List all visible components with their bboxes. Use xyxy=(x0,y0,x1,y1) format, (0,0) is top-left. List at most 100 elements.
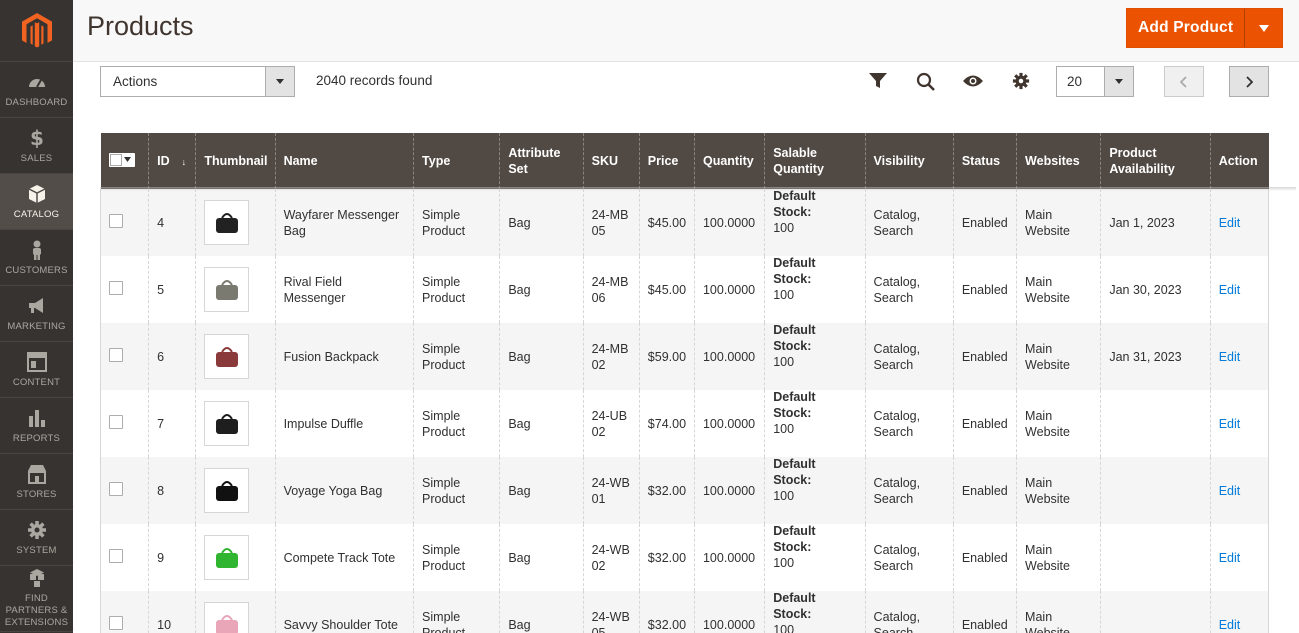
column-header-price[interactable]: Price xyxy=(638,133,695,189)
header-select-all[interactable] xyxy=(100,133,149,189)
column-header-salable-quantity[interactable]: Salable Quantity xyxy=(764,133,866,189)
sidebar-item-reports[interactable]: REPORTS xyxy=(0,398,73,454)
product-thumbnail[interactable] xyxy=(204,334,250,379)
product-thumbnail[interactable] xyxy=(204,602,250,633)
cell-name: Impulse Duffle xyxy=(274,390,414,457)
product-thumbnail[interactable] xyxy=(204,267,250,312)
column-header-quantity[interactable]: Quantity xyxy=(693,133,765,189)
cell-action[interactable]: Edit xyxy=(1209,323,1270,390)
cell-price: $32.00 xyxy=(638,457,695,524)
row-checkbox-cell[interactable] xyxy=(99,457,149,524)
product-thumbnail[interactable] xyxy=(204,535,250,580)
search-icon[interactable] xyxy=(913,70,937,92)
row-checkbox-cell[interactable] xyxy=(99,591,149,633)
cell-status: Enabled xyxy=(952,256,1017,323)
select-all-checkbox[interactable] xyxy=(108,152,135,167)
cell-thumbnail[interactable] xyxy=(195,256,276,323)
cell-attribute-set: Bag xyxy=(499,189,584,256)
row-checkbox[interactable] xyxy=(109,347,123,362)
cell-action[interactable]: Edit xyxy=(1209,457,1270,524)
cell-thumbnail[interactable] xyxy=(195,323,276,390)
mass-actions-select[interactable]: Actions xyxy=(100,66,295,97)
previous-page-button[interactable] xyxy=(1164,66,1204,97)
edit-link[interactable]: Edit xyxy=(1219,551,1241,565)
cell-sku: 24-WB02 xyxy=(582,524,640,591)
cell-action[interactable]: Edit xyxy=(1209,390,1270,457)
cell-action[interactable]: Edit xyxy=(1209,524,1270,591)
sidebar-item-sales[interactable]: $ SALES xyxy=(0,118,73,174)
column-header-id[interactable]: ID ↓ xyxy=(148,133,196,189)
table-row[interactable]: 7 Impulse Duffle Simple Product Bag 24-UB02 $… xyxy=(99,390,1270,457)
add-product-button[interactable]: Add Product xyxy=(1126,8,1283,48)
cell-websites: Main Website xyxy=(1016,256,1101,323)
table-row[interactable]: 5 Rival Field Messenger Simple Product Bag 2… xyxy=(99,256,1270,323)
column-header-status[interactable]: Status xyxy=(952,133,1017,189)
table-row[interactable]: 8 Voyage Yoga Bag Simple Product Bag 24-WB01… xyxy=(99,457,1270,524)
salable-stock-label: Default Stock: xyxy=(773,189,816,219)
sidebar-item-stores[interactable]: STORES xyxy=(0,454,73,510)
table-row[interactable]: 10 Savvy Shoulder Tote Simple Product Bag 24… xyxy=(99,591,1270,633)
product-thumbnail[interactable] xyxy=(204,200,250,245)
cell-action[interactable]: Edit xyxy=(1209,189,1270,256)
column-header-type[interactable]: Type xyxy=(413,133,500,189)
column-header-sku[interactable]: SKU xyxy=(582,133,640,189)
column-header-websites[interactable]: Websites xyxy=(1016,133,1101,189)
bag-image-icon xyxy=(215,413,238,434)
records-count: 2040 records found xyxy=(316,73,433,88)
column-header-thumbnail[interactable]: Thumbnail xyxy=(195,133,276,189)
sidebar-item-find-partners[interactable]: FIND PARTNERS & EXTENSIONS xyxy=(0,566,73,632)
edit-link[interactable]: Edit xyxy=(1219,283,1241,297)
per-page-select[interactable]: 20 xyxy=(1056,66,1134,97)
layout-icon xyxy=(26,351,47,372)
table-row[interactable]: 9 Compete Track Tote Simple Product Bag 24-W… xyxy=(99,524,1270,591)
sidebar-item-system[interactable]: SYSTEM xyxy=(0,510,73,566)
edit-link[interactable]: Edit xyxy=(1219,216,1241,230)
filter-icon[interactable] xyxy=(866,70,890,92)
next-page-button[interactable] xyxy=(1229,66,1269,97)
settings-gear-icon[interactable] xyxy=(1009,70,1033,92)
row-checkbox-cell[interactable] xyxy=(99,524,149,591)
cell-action[interactable]: Edit xyxy=(1209,256,1270,323)
cell-action[interactable]: Edit xyxy=(1209,591,1270,633)
cell-websites: Main Website xyxy=(1016,323,1101,390)
column-header-name[interactable]: Name xyxy=(274,133,414,189)
row-checkbox[interactable] xyxy=(109,615,123,630)
magento-logo[interactable] xyxy=(0,0,73,62)
edit-link[interactable]: Edit xyxy=(1219,350,1241,364)
product-thumbnail[interactable] xyxy=(204,401,250,446)
sidebar-item-catalog[interactable]: CATALOG xyxy=(0,174,73,230)
row-checkbox[interactable] xyxy=(109,481,123,496)
cell-salable-quantity: Default Stock: 100 xyxy=(764,323,866,390)
column-header-product-availability[interactable]: Product Availability xyxy=(1100,133,1211,189)
row-checkbox[interactable] xyxy=(109,213,123,228)
row-checkbox-cell[interactable] xyxy=(99,256,149,323)
sidebar-item-marketing[interactable]: MARKETING xyxy=(0,286,73,342)
row-checkbox[interactable] xyxy=(109,280,123,295)
sidebar-item-dashboard[interactable]: DASHBOARD xyxy=(0,62,73,118)
row-checkbox[interactable] xyxy=(109,414,123,429)
column-header-attribute-set[interactable]: Attribute Set xyxy=(499,133,584,189)
sidebar-item-content[interactable]: CONTENT xyxy=(0,342,73,398)
cell-thumbnail[interactable] xyxy=(195,591,276,633)
column-header-visibility[interactable]: Visibility xyxy=(864,133,954,189)
eye-icon[interactable] xyxy=(961,70,985,92)
edit-link[interactable]: Edit xyxy=(1219,484,1241,498)
row-checkbox-cell[interactable] xyxy=(99,323,149,390)
cell-product-availability xyxy=(1100,390,1211,457)
product-thumbnail[interactable] xyxy=(204,468,250,513)
cell-thumbnail[interactable] xyxy=(195,189,276,256)
add-product-dropdown-toggle[interactable] xyxy=(1244,9,1282,47)
row-checkbox-cell[interactable] xyxy=(99,189,149,256)
cell-websites: Main Website xyxy=(1016,591,1101,633)
row-checkbox-cell[interactable] xyxy=(99,390,149,457)
edit-link[interactable]: Edit xyxy=(1219,417,1241,431)
cell-thumbnail[interactable] xyxy=(195,524,276,591)
row-checkbox[interactable] xyxy=(109,548,123,563)
table-row[interactable]: 6 Fusion Backpack Simple Product Bag 24-MB02… xyxy=(99,323,1270,390)
sidebar-item-customers[interactable]: CUSTOMERS xyxy=(0,230,73,286)
cell-thumbnail[interactable] xyxy=(195,457,276,524)
edit-link[interactable]: Edit xyxy=(1219,618,1241,632)
cell-thumbnail[interactable] xyxy=(195,390,276,457)
dollar-icon: $ xyxy=(29,128,43,148)
table-row[interactable]: 4 Wayfarer Messenger Bag Simple Product Bag… xyxy=(99,189,1270,256)
